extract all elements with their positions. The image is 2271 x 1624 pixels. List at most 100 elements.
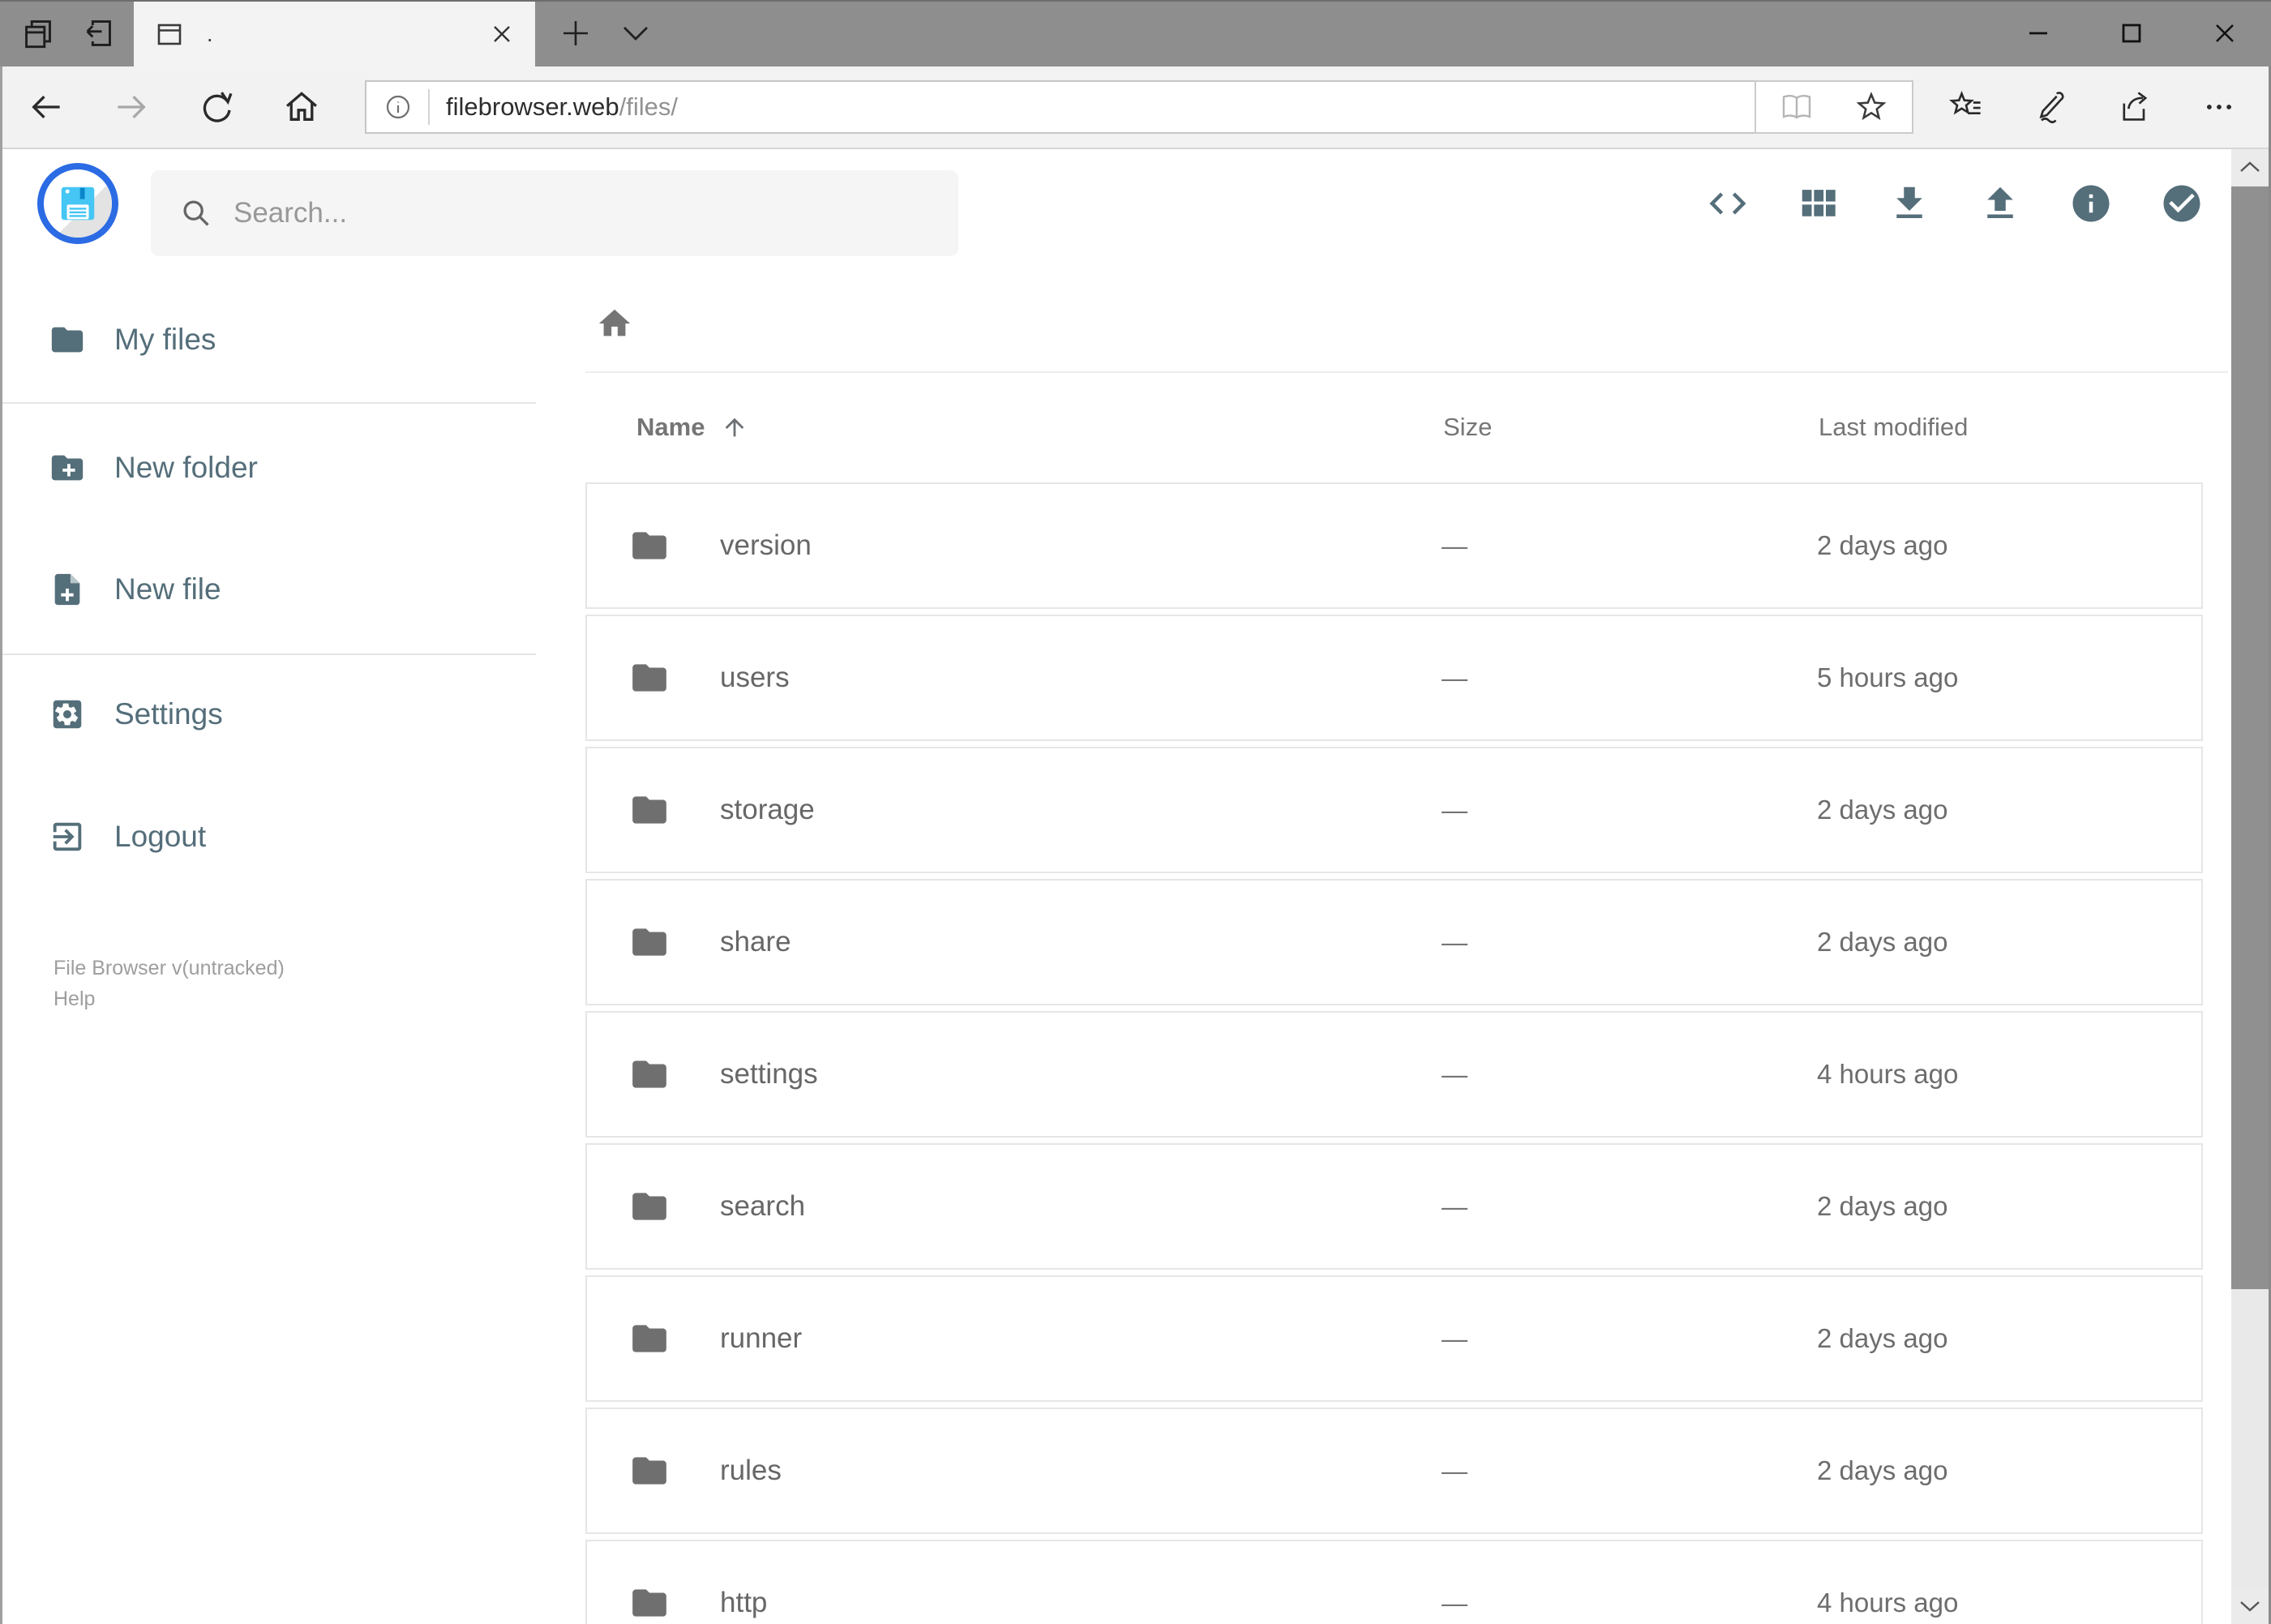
settings-gear-icon <box>53 700 82 729</box>
file-name: version <box>720 529 812 561</box>
file-name: rules <box>720 1455 782 1486</box>
sidebar: My files New folder New file Settings Lo… <box>2 258 574 1624</box>
back-button[interactable] <box>14 66 79 148</box>
tab-close-icon[interactable] <box>490 22 514 46</box>
tab-preview-chevron-icon[interactable] <box>610 0 662 66</box>
web-note-pen-icon[interactable] <box>2020 76 2081 138</box>
select-check-icon[interactable] <box>2160 182 2204 225</box>
file-modified: 4 hours ago <box>1817 1588 1959 1618</box>
sidebar-item-label: Logout <box>114 820 207 853</box>
sort-by-size[interactable]: Size <box>1443 413 1819 442</box>
file-row[interactable]: users — 5 hours ago <box>585 615 2203 741</box>
favorites-hub-icon[interactable] <box>1935 76 1997 138</box>
refresh-button[interactable] <box>184 66 249 148</box>
reading-view-icon[interactable] <box>1780 93 1813 121</box>
shell-code-icon[interactable] <box>1706 182 1750 225</box>
file-modified: 2 days ago <box>1817 1455 1948 1485</box>
grid-view-icon[interactable] <box>1797 182 1840 225</box>
minimize-button[interactable] <box>1991 0 2085 66</box>
file-size: — <box>1442 927 1468 957</box>
file-name: runner <box>720 1322 803 1354</box>
logout-icon <box>53 822 82 851</box>
sidebar-item-my-files[interactable]: My files <box>2 319 574 361</box>
sort-by-modified[interactable]: Last modified <box>1819 413 2203 442</box>
file-row[interactable]: rules — 2 days ago <box>585 1408 2203 1534</box>
sidebar-item-new-folder[interactable]: New folder <box>2 447 574 489</box>
favorite-star-icon[interactable] <box>1855 91 1888 123</box>
version-text: File Browser v(untracked) <box>54 957 285 979</box>
search-icon <box>180 197 212 229</box>
sort-ascending-icon <box>726 418 744 437</box>
column-name-label: Name <box>636 413 705 441</box>
window-left-edge <box>0 66 2 1624</box>
address-bar[interactable]: filebrowser.web/files/ <box>365 80 1913 134</box>
scroll-down-icon[interactable] <box>2231 1588 2269 1624</box>
file-size: — <box>1442 1059 1468 1089</box>
scroll-up-icon[interactable] <box>2231 149 2269 185</box>
sidebar-item-logout[interactable]: Logout <box>2 816 574 858</box>
home-button[interactable] <box>269 66 334 148</box>
tab-favicon-icon <box>155 19 184 49</box>
file-name: users <box>720 662 790 693</box>
header-actions <box>1706 149 2204 258</box>
info-icon[interactable] <box>2069 182 2113 225</box>
file-modified: 2 days ago <box>1817 927 1948 957</box>
url-path: /files/ <box>619 92 679 121</box>
file-row[interactable]: version — 2 days ago <box>585 482 2203 609</box>
download-icon[interactable] <box>1888 182 1931 225</box>
file-row[interactable]: storage — 2 days ago <box>585 747 2203 873</box>
file-row[interactable]: settings — 4 hours ago <box>585 1011 2203 1138</box>
folder-icon <box>51 327 84 353</box>
file-size: — <box>1442 1323 1468 1353</box>
breadcrumb <box>596 305 633 342</box>
help-link[interactable]: Help <box>54 983 285 1014</box>
scrollbar-thumb[interactable] <box>2231 186 2269 1289</box>
folder-icon <box>632 1325 666 1352</box>
share-icon[interactable] <box>2104 76 2166 138</box>
filebrowser-logo[interactable] <box>37 163 118 244</box>
new-folder-icon <box>51 455 84 481</box>
tabs-set-aside-list-icon[interactable] <box>22 17 54 49</box>
file-modified: 2 days ago <box>1817 1323 1948 1353</box>
sidebar-item-new-file[interactable]: New file <box>2 568 574 611</box>
folder-icon <box>632 796 666 824</box>
sidebar-item-label: My files <box>114 323 216 356</box>
file-name: settings <box>720 1058 818 1090</box>
floppy-disk-icon <box>61 186 95 221</box>
site-info-icon[interactable] <box>384 93 412 121</box>
file-list: version — 2 days ago users — 5 hours ago… <box>585 482 2203 1624</box>
tab-title: . <box>207 21 213 46</box>
new-tab-button[interactable] <box>550 0 602 66</box>
file-modified: 2 days ago <box>1817 530 1948 560</box>
sidebar-item-label: New file <box>114 572 221 606</box>
browser-toolbar: filebrowser.web/files/ <box>0 66 2271 149</box>
browser-scrollbar[interactable] <box>2231 149 2269 1624</box>
close-window-button[interactable] <box>2178 0 2271 66</box>
file-row[interactable]: search — 2 days ago <box>585 1143 2203 1270</box>
new-file-icon <box>54 573 80 606</box>
set-tabs-aside-icon[interactable] <box>82 17 114 49</box>
file-row[interactable]: share — 2 days ago <box>585 879 2203 1005</box>
screen: . filebrowser.web/files/ Search... My fi… <box>0 0 2271 1624</box>
search-input[interactable]: Search... <box>151 170 958 256</box>
file-row[interactable]: http — 4 hours ago <box>585 1540 2203 1624</box>
file-size: — <box>1442 530 1468 560</box>
url-text[interactable]: filebrowser.web/files/ <box>446 92 1755 122</box>
breadcrumb-home-icon[interactable] <box>596 305 633 342</box>
forward-button[interactable] <box>99 66 164 148</box>
file-row[interactable]: runner — 2 days ago <box>585 1275 2203 1402</box>
sidebar-item-settings[interactable]: Settings <box>2 693 574 735</box>
folder-icon <box>632 1589 666 1617</box>
sidebar-divider <box>2 653 536 655</box>
file-name: storage <box>720 794 815 825</box>
file-name: http <box>720 1587 768 1618</box>
browser-tab[interactable]: . <box>134 2 535 66</box>
sort-by-name[interactable]: Name <box>636 413 1443 442</box>
upload-icon[interactable] <box>1978 182 2022 225</box>
folder-icon <box>632 1457 666 1485</box>
file-size: — <box>1442 1455 1468 1485</box>
search-placeholder: Search... <box>234 197 348 229</box>
sidebar-divider <box>2 402 536 404</box>
maximize-button[interactable] <box>2085 0 2178 66</box>
more-options-icon[interactable] <box>2188 76 2250 138</box>
